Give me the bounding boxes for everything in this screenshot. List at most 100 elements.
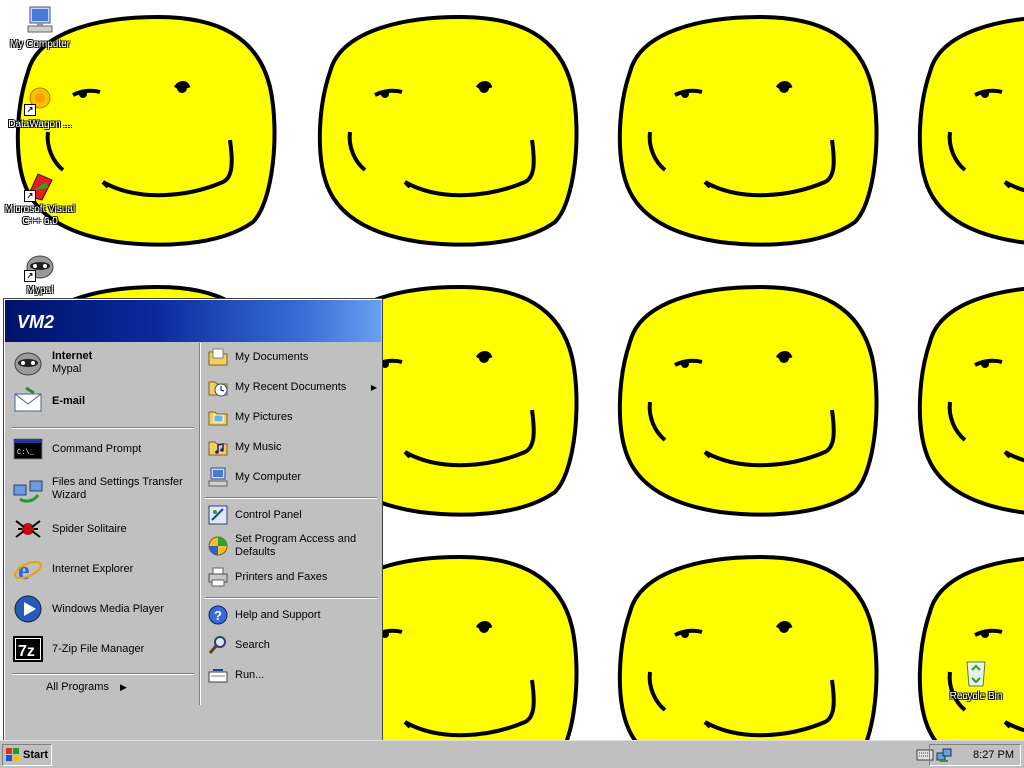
clock[interactable]: 8:27 PM (973, 749, 1014, 761)
system-tray: 8:27 PM (929, 744, 1021, 766)
setting-control-panel[interactable]: Control Panel (207, 501, 377, 529)
pinned-internet[interactable]: Internet Mypal (12, 345, 194, 381)
my-music-icon (207, 436, 229, 458)
network-icon[interactable] (936, 747, 952, 763)
arrow-right-icon: ▶ (120, 682, 127, 692)
desktop-icon-label: Recycle Bin (949, 691, 1003, 702)
svg-text:e: e (18, 556, 30, 585)
desktop-icon-datawagon[interactable]: ↗ DataWagon ... (0, 84, 80, 131)
desktop-icon-recycle-bin[interactable]: Recycle Bin (936, 656, 1016, 703)
printer-icon (207, 566, 229, 588)
left-bottom-separator (12, 673, 194, 675)
desktop-icon-label: DataWagon ... (8, 119, 72, 130)
command-prompt-icon: C:\_ (12, 433, 44, 465)
windows-logo-icon (6, 748, 20, 762)
transfer-wizard-icon (12, 473, 44, 505)
run-icon (207, 664, 229, 686)
start-menu-right-pane: My Documents My Recent Documents ▶ My Pi… (200, 343, 381, 705)
media-player-icon (12, 593, 44, 625)
place-label: My Documents (235, 350, 309, 363)
recent-label: Internet Explorer (52, 562, 134, 575)
setting-program-access[interactable]: Set Program Access and Defaults (207, 531, 377, 561)
desktop-icon-my-computer[interactable]: My Computer (0, 4, 80, 51)
my-computer-icon (24, 4, 56, 36)
recent-label: Files and Settings Transfer Wizard (52, 476, 183, 501)
email-icon (12, 385, 44, 417)
shortcut-arrow-icon: ↗ (24, 190, 36, 202)
recent-internet-explorer[interactable]: e Internet Explorer (12, 551, 194, 587)
start-menu: VM2 Internet Mypal E-mail C:\_ Command P… (3, 298, 383, 743)
start-button[interactable]: Start (2, 744, 52, 766)
setting-label: Set Program Access and Defaults (235, 533, 357, 558)
recent-label: 7-Zip File Manager (52, 642, 145, 655)
pinned-email[interactable]: E-mail (12, 383, 194, 419)
recycle-bin-icon (960, 656, 992, 688)
desktop-icon-label: My Computer (9, 39, 70, 50)
desktop-icon-label: Microsoft Visual C++ 6.0 (4, 204, 76, 227)
left-separator (12, 427, 194, 429)
program-access-icon (207, 535, 229, 557)
desktop-icon-label: Mypal (26, 285, 54, 296)
recent-command-prompt[interactable]: C:\_ Command Prompt (12, 431, 194, 467)
arrow-right-icon: ▶ (370, 382, 377, 392)
start-label: Start (23, 749, 49, 761)
start-menu-header: VM2 (5, 300, 381, 342)
place-label: My Music (235, 440, 282, 453)
my-computer-icon (207, 466, 229, 488)
place-my-computer[interactable]: My Computer (207, 463, 377, 491)
raccoon-browser-icon (12, 347, 44, 379)
place-my-music[interactable]: My Music (207, 433, 377, 461)
datawagon-icon: ↗ (24, 84, 56, 116)
shortcut-arrow-icon: ↗ (24, 104, 36, 116)
7zip-icon: 7z (12, 633, 44, 665)
recent-transfer-wizard[interactable]: Files and Settings Transfer Wizard (12, 471, 194, 507)
place-my-documents[interactable]: My Documents (207, 343, 377, 371)
spider-solitaire-icon (12, 513, 44, 545)
shortcut-arrow-icon: ↗ (24, 270, 36, 282)
place-my-pictures[interactable]: My Pictures (207, 403, 377, 431)
internet-explorer-icon: e (12, 553, 44, 585)
desktop-icon-mypal[interactable]: ↗ Mypal (0, 250, 80, 297)
mypal-icon: ↗ (24, 250, 56, 282)
my-pictures-icon (207, 406, 229, 428)
tool-label: Search (235, 638, 270, 651)
start-menu-left-pane: Internet Mypal E-mail C:\_ Command Promp… (6, 343, 198, 705)
recent-media-player[interactable]: Windows Media Player (12, 591, 194, 627)
visual-cpp-icon: ↗ (24, 170, 56, 202)
svg-text:?: ? (214, 608, 222, 623)
pinned-title: Internet (52, 350, 93, 362)
place-label: My Pictures (235, 410, 293, 423)
setting-printers[interactable]: Printers and Faxes (207, 563, 377, 591)
recent-7zip[interactable]: 7z 7-Zip File Manager (12, 631, 194, 667)
place-label: My Computer (235, 470, 302, 483)
recent-label: Windows Media Player (52, 602, 164, 615)
pinned-title: E-mail (52, 394, 86, 407)
tool-label: Help and Support (235, 608, 321, 621)
recent-label: Spider Solitaire (52, 522, 127, 535)
setting-label: Control Panel (235, 508, 302, 521)
right-separator-2 (205, 597, 377, 599)
user-name: VM2 (17, 312, 55, 332)
my-documents-icon (207, 346, 229, 368)
control-panel-icon (207, 504, 229, 526)
tool-run[interactable]: Run... (207, 661, 377, 689)
search-icon (207, 634, 229, 656)
all-programs-button[interactable]: All Programs ▶ (46, 681, 136, 697)
recent-documents-icon (207, 376, 229, 398)
all-programs-label: All Programs (46, 681, 109, 693)
tool-label: Run... (235, 668, 265, 681)
tool-search[interactable]: Search (207, 631, 377, 659)
right-separator (205, 497, 377, 499)
svg-text:C:\_: C:\_ (17, 449, 35, 457)
place-label: My Recent Documents (235, 380, 347, 393)
desktop-icon-visual-cpp[interactable]: ↗ Microsoft Visual C++ 6.0 (0, 170, 80, 228)
place-recent-documents[interactable]: My Recent Documents ▶ (207, 373, 377, 401)
tool-help[interactable]: ? Help and Support (207, 601, 377, 629)
pinned-subtitle: Mypal (52, 363, 82, 375)
recent-spider-solitaire[interactable]: Spider Solitaire (12, 511, 194, 547)
setting-label: Printers and Faxes (235, 570, 328, 583)
start-menu-footer (5, 705, 381, 740)
recent-label: Command Prompt (52, 442, 142, 455)
svg-text:7z: 7z (18, 643, 35, 660)
taskbar: Start 8:27 PM (0, 740, 1024, 768)
